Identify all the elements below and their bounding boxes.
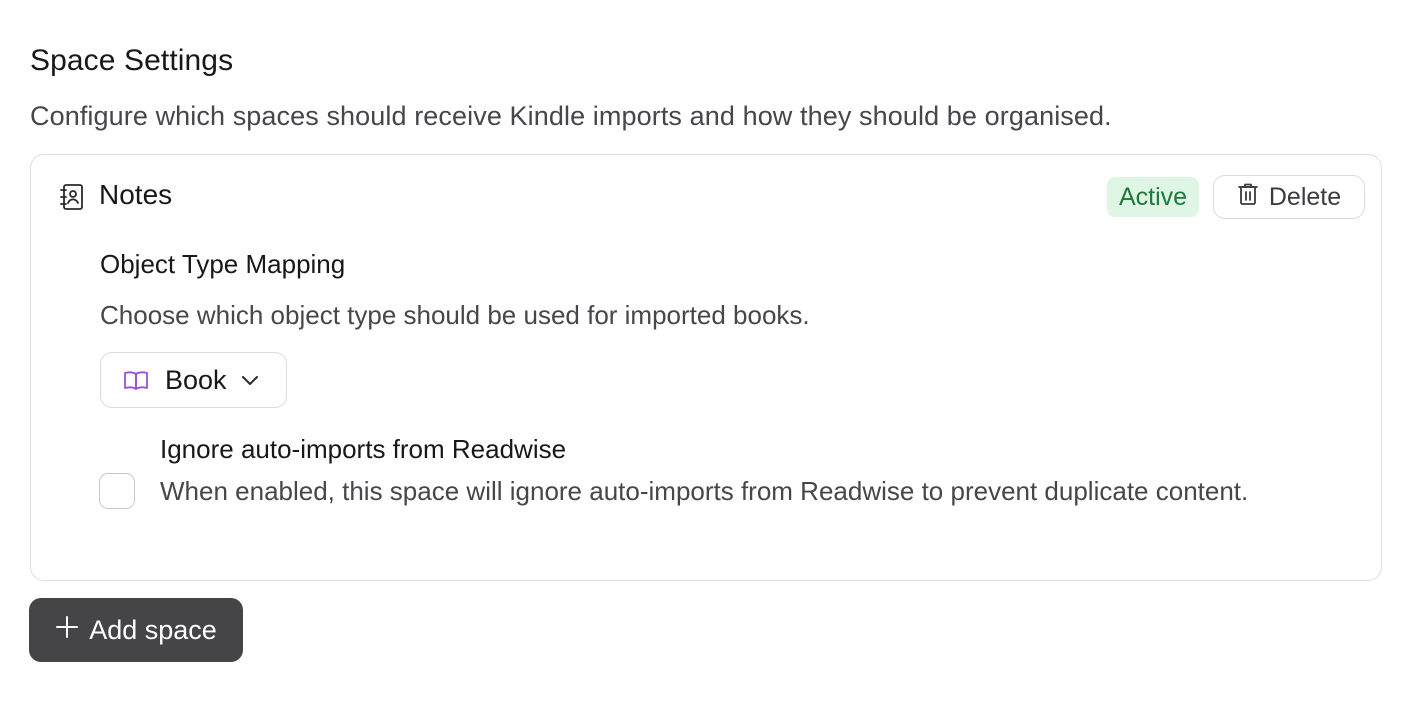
plus-icon [55, 615, 79, 646]
status-badge: Active [1107, 177, 1200, 217]
section-description: Configure which spaces should receive Ki… [30, 101, 1112, 131]
space-name: Notes [99, 179, 173, 210]
ignore-readwise-title: Ignore auto-imports from Readwise [160, 434, 567, 464]
delete-label: Delete [1268, 182, 1342, 211]
add-space-label: Add space [89, 614, 217, 645]
contact-book-icon [59, 183, 85, 211]
object-type-select[interactable]: Book [100, 352, 287, 408]
ignore-readwise-checkbox[interactable] [99, 473, 135, 509]
object-type-mapping-title: Object Type Mapping [100, 249, 346, 279]
chevron-down-icon [241, 374, 259, 386]
section-title: Space Settings [30, 44, 234, 77]
add-space-button[interactable]: Add space [29, 598, 243, 662]
delete-space-button[interactable]: Delete [1213, 175, 1365, 219]
space-card: Notes Active Delete Object Type Mapping … [30, 154, 1382, 581]
book-icon [123, 369, 149, 391]
trash-icon [1237, 182, 1259, 213]
object-type-mapping-description: Choose which object type should be used … [100, 300, 810, 330]
space-settings-page: Space Settings Configure which spaces sh… [0, 0, 1406, 705]
object-type-value: Book [165, 364, 227, 395]
ignore-readwise-description: When enabled, this space will ignore aut… [160, 476, 1249, 506]
